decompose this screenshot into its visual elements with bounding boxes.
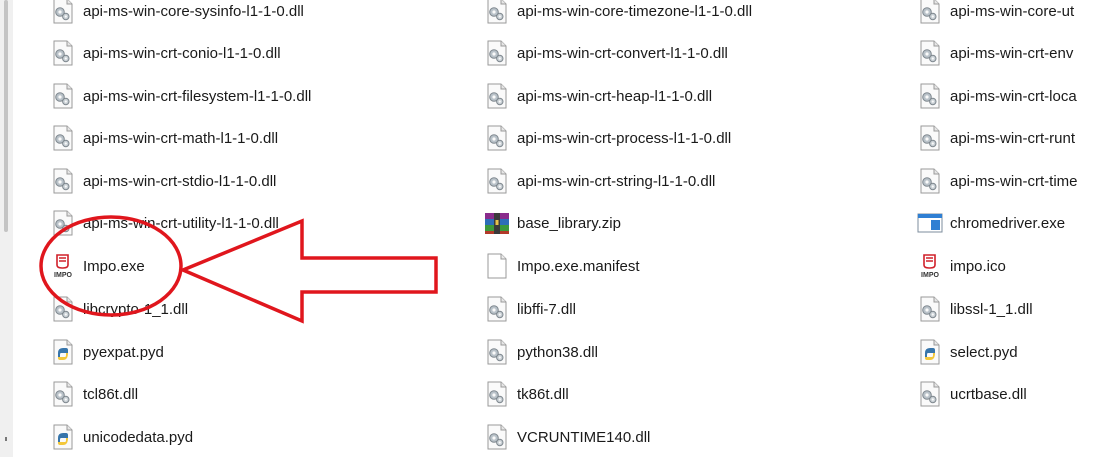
dll-icon (49, 82, 77, 110)
file-item[interactable]: tk86t.dll (483, 378, 569, 410)
file-item-impo-exe[interactable]: IMPO Impo.exe (49, 250, 145, 282)
dll-icon (916, 82, 944, 110)
svg-text:IMPO: IMPO (921, 272, 939, 279)
dll-icon (916, 167, 944, 195)
file-name: Impo.exe (83, 257, 145, 275)
file-name: api-ms-win-crt-runt (950, 129, 1076, 147)
dll-icon (49, 124, 77, 152)
zip-archive-icon (483, 209, 511, 237)
file-item[interactable]: api-ms-win-crt-math-l1-1-0.dll (49, 122, 278, 154)
file-name: chromedriver.exe (950, 214, 1066, 232)
python-file-icon (49, 338, 77, 366)
file-name: api-ms-win-crt-math-l1-1-0.dll (83, 129, 279, 147)
file-item[interactable]: api-ms-win-crt-filesystem-l1-1-0.dll (49, 80, 311, 112)
file-name: api-ms-win-core-ut (950, 2, 1075, 20)
file-name: Impo.exe.manifest (517, 257, 640, 275)
file-name: api-ms-win-crt-string-l1-1-0.dll (517, 172, 716, 190)
file-name: api-ms-win-crt-process-l1-1-0.dll (517, 129, 732, 147)
dll-icon (483, 338, 511, 366)
dll-icon (483, 39, 511, 67)
file-item[interactable]: api-ms-win-crt-stdio-l1-1-0.dll (49, 165, 276, 197)
file-name: api-ms-win-crt-heap-l1-1-0.dll (517, 87, 713, 105)
file-item[interactable]: api-ms-win-crt-process-l1-1-0.dll (483, 122, 731, 154)
svg-text:IMPO: IMPO (54, 272, 72, 279)
file-name: api-ms-win-crt-filesystem-l1-1-0.dll (83, 87, 312, 105)
file-item[interactable]: select.pyd (916, 336, 1018, 368)
file-item[interactable]: tcl86t.dll (49, 378, 138, 410)
dll-icon (49, 380, 77, 408)
file-name: pyexpat.pyd (83, 343, 164, 361)
file-item[interactable]: api-ms-win-crt-convert-l1-1-0.dll (483, 37, 728, 69)
file-name: tcl86t.dll (83, 385, 139, 403)
dll-icon (916, 295, 944, 323)
file-name: python38.dll (517, 343, 598, 361)
dll-icon (483, 167, 511, 195)
dll-icon (483, 0, 511, 25)
file-item[interactable]: api-ms-win-core-timezone-l1-1-0.dll (483, 0, 752, 27)
dll-icon (916, 39, 944, 67)
dll-icon (916, 380, 944, 408)
file-item[interactable]: Impo.exe.manifest (483, 250, 640, 282)
file-item[interactable]: api-ms-win-core-ut (916, 0, 1074, 27)
python-file-icon (916, 338, 944, 366)
file-item[interactable]: api-ms-win-crt-heap-l1-1-0.dll (483, 80, 712, 112)
dll-icon (49, 209, 77, 237)
dll-icon (483, 82, 511, 110)
file-item[interactable]: chromedriver.exe (916, 207, 1065, 239)
file-item[interactable]: api-ms-win-crt-loca (916, 80, 1077, 112)
file-item[interactable]: api-ms-win-crt-time (916, 165, 1078, 197)
file-name: api-ms-win-crt-env (950, 44, 1074, 62)
dll-icon (49, 295, 77, 323)
file-name: select.pyd (950, 343, 1018, 361)
file-item[interactable]: python38.dll (483, 336, 598, 368)
file-name: api-ms-win-crt-utility-l1-1-0.dll (83, 214, 279, 232)
blank-file-icon (483, 252, 511, 280)
dll-icon (483, 380, 511, 408)
python-file-icon (49, 423, 77, 451)
file-name: api-ms-win-crt-convert-l1-1-0.dll (517, 44, 728, 62)
file-name: libcrypto-1_1.dll (83, 300, 189, 318)
file-item[interactable]: api-ms-win-crt-conio-l1-1-0.dll (49, 37, 281, 69)
file-name: ucrtbase.dll (950, 385, 1027, 403)
dll-icon (483, 423, 511, 451)
file-name: VCRUNTIME140.dll (517, 428, 651, 446)
exe-window-icon (916, 209, 944, 237)
file-item[interactable]: base_library.zip (483, 207, 621, 239)
file-item[interactable]: unicodedata.pyd (49, 421, 193, 453)
file-name: api-ms-win-crt-loca (950, 87, 1077, 105)
dll-icon (49, 0, 77, 25)
file-item[interactable]: IMPO impo.ico (916, 250, 1006, 282)
file-item[interactable]: libcrypto-1_1.dll (49, 293, 188, 325)
file-item[interactable]: api-ms-win-crt-utility-l1-1-0.dll (49, 207, 279, 239)
file-item[interactable]: api-ms-win-core-sysinfo-l1-1-0.dll (49, 0, 304, 27)
file-item[interactable]: api-ms-win-crt-runt (916, 122, 1075, 154)
file-item[interactable]: libssl-1_1.dll (916, 293, 1033, 325)
file-grid: api-ms-win-core-sysinfo-l1-1-0.dll api-m… (0, 0, 1100, 457)
file-item[interactable]: libffi-7.dll (483, 293, 576, 325)
file-name: tk86t.dll (517, 385, 569, 403)
file-name: libffi-7.dll (517, 300, 576, 318)
file-name: api-ms-win-core-timezone-l1-1-0.dll (517, 2, 753, 20)
file-name: api-ms-win-crt-time (950, 172, 1078, 190)
file-name: unicodedata.pyd (83, 428, 194, 446)
file-name: api-ms-win-crt-conio-l1-1-0.dll (83, 44, 281, 62)
file-name: base_library.zip (517, 214, 621, 232)
file-item[interactable]: api-ms-win-crt-env (916, 37, 1073, 69)
dll-icon (49, 167, 77, 195)
dll-icon (483, 295, 511, 323)
file-name: api-ms-win-crt-stdio-l1-1-0.dll (83, 172, 277, 190)
dll-icon (49, 39, 77, 67)
dll-icon (916, 124, 944, 152)
impo-app-icon: IMPO (49, 252, 77, 280)
file-item[interactable]: api-ms-win-crt-string-l1-1-0.dll (483, 165, 715, 197)
file-item[interactable]: VCRUNTIME140.dll (483, 421, 650, 453)
file-item[interactable]: pyexpat.pyd (49, 336, 164, 368)
file-item[interactable]: ucrtbase.dll (916, 378, 1027, 410)
dll-icon (483, 124, 511, 152)
file-name: impo.ico (950, 257, 1006, 275)
impo-app-icon: IMPO (916, 252, 944, 280)
file-name: libssl-1_1.dll (950, 300, 1033, 318)
file-name: api-ms-win-core-sysinfo-l1-1-0.dll (83, 2, 304, 20)
dll-icon (916, 0, 944, 25)
